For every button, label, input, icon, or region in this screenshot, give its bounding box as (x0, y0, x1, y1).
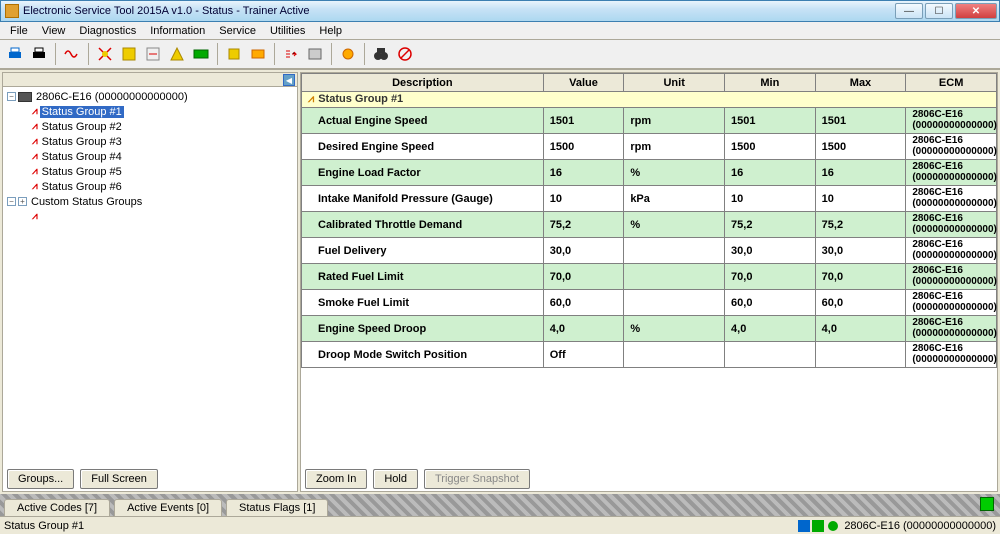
table-row[interactable]: Engine Load Factor16%16162806C-E16(00000… (302, 160, 997, 186)
trigger-snapshot-button[interactable]: Trigger Snapshot (424, 469, 530, 489)
titlebar: Electronic Service Tool 2015A v1.0 - Sta… (0, 0, 1000, 22)
tool-icon-1[interactable] (94, 43, 116, 65)
tree-custom[interactable]: −+Custom Status Groups (7, 194, 295, 209)
print-icon[interactable] (4, 43, 26, 65)
toolbar (0, 40, 1000, 70)
data-grid[interactable]: DescriptionValueUnitMinMaxECM⩘Status Gro… (301, 73, 997, 467)
tree-group-6[interactable]: ⩘Status Group #6 (7, 179, 295, 194)
table-row[interactable]: Rated Fuel Limit70,070,070,02806C-E16(00… (302, 264, 997, 290)
table-row[interactable]: Actual Engine Speed1501rpm150115012806C-… (302, 108, 997, 134)
tool-icon-6[interactable] (223, 43, 245, 65)
bottom-tab-2[interactable]: Status Flags [1] (226, 499, 328, 516)
collapse-arrow-icon[interactable]: ◀ (283, 74, 295, 86)
col-max[interactable]: Max (815, 74, 906, 92)
menubar: FileViewDiagnosticsInformationServiceUti… (0, 22, 1000, 40)
status-blue-icon (798, 520, 810, 532)
cancel-icon[interactable] (394, 43, 416, 65)
tree-pane: ◀ −2806C-E16 (00000000000000)⩘Status Gro… (2, 72, 298, 492)
tree-group-3[interactable]: ⩘Status Group #3 (7, 134, 295, 149)
bottom-tab-1[interactable]: Active Events [0] (114, 499, 222, 516)
status-left: Status Group #1 (4, 520, 798, 532)
status-green-icon (812, 520, 824, 532)
group-header: ⩘Status Group #1 (302, 92, 997, 108)
tool-icon-2[interactable] (118, 43, 140, 65)
groups-button[interactable]: Groups... (7, 469, 74, 489)
status-ecm: 2806C-E16 (00000000000000) (844, 520, 996, 532)
hold-button[interactable]: Hold (373, 469, 418, 489)
tool-icon-5[interactable] (190, 43, 212, 65)
tool-icon-3[interactable] (142, 43, 164, 65)
table-row[interactable]: Droop Mode Switch PositionOff2806C-E16(0… (302, 342, 997, 368)
col-unit[interactable]: Unit (624, 74, 725, 92)
tool-icon-8[interactable] (280, 43, 302, 65)
menu-view[interactable]: View (36, 24, 72, 38)
col-min[interactable]: Min (725, 74, 816, 92)
fullscreen-button[interactable]: Full Screen (80, 469, 158, 489)
maximize-button[interactable]: ☐ (925, 3, 953, 19)
menu-file[interactable]: File (4, 24, 34, 38)
col-description[interactable]: Description (302, 74, 544, 92)
binoculars-icon[interactable] (370, 43, 392, 65)
menu-information[interactable]: Information (144, 24, 211, 38)
tree-group-5[interactable]: ⩘Status Group #5 (7, 164, 295, 179)
tree-group-1[interactable]: ⩘Status Group #1 (7, 104, 295, 119)
grid-pane: DescriptionValueUnitMinMaxECM⩘Status Gro… (300, 72, 998, 492)
tree-temporary[interactable]: ⩘ (7, 209, 295, 224)
status-indicator-icon (980, 497, 994, 511)
zoomin-button[interactable]: Zoom In (305, 469, 367, 489)
table-row[interactable]: Desired Engine Speed1500rpm150015002806C… (302, 134, 997, 160)
tool-icon-4[interactable] (166, 43, 188, 65)
print-preview-icon[interactable] (28, 43, 50, 65)
bottom-tab-0[interactable]: Active Codes [7] (4, 499, 110, 516)
wave-icon[interactable] (61, 43, 83, 65)
menu-service[interactable]: Service (213, 24, 262, 38)
tree-root[interactable]: −2806C-E16 (00000000000000) (7, 89, 295, 104)
statusbar: Status Group #1 2806C-E16 (0000000000000… (0, 516, 1000, 534)
tree-group-4[interactable]: ⩘Status Group #4 (7, 149, 295, 164)
table-row[interactable]: Fuel Delivery30,030,030,02806C-E16(00000… (302, 238, 997, 264)
close-button[interactable]: ✕ (955, 3, 997, 19)
tool-icon-7[interactable] (247, 43, 269, 65)
menu-utilities[interactable]: Utilities (264, 24, 311, 38)
tree[interactable]: −2806C-E16 (00000000000000)⩘Status Group… (3, 87, 297, 467)
table-row[interactable]: Engine Speed Droop4,0%4,04,02806C-E16(00… (302, 316, 997, 342)
tree-group-2[interactable]: ⩘Status Group #2 (7, 119, 295, 134)
app-icon (5, 4, 19, 18)
tree-header: ◀ (3, 73, 297, 87)
menu-help[interactable]: Help (313, 24, 348, 38)
window-title: Electronic Service Tool 2015A v1.0 - Sta… (23, 5, 895, 17)
status-dot-icon (828, 521, 838, 531)
tool-icon-9[interactable] (304, 43, 326, 65)
table-row[interactable]: Intake Manifold Pressure (Gauge)10kPa101… (302, 186, 997, 212)
col-value[interactable]: Value (543, 74, 624, 92)
col-ecm[interactable]: ECM (906, 74, 997, 92)
table-row[interactable]: Smoke Fuel Limit60,060,060,02806C-E16(00… (302, 290, 997, 316)
table-row[interactable]: Calibrated Throttle Demand75,2%75,275,22… (302, 212, 997, 238)
tool-icon-10[interactable] (337, 43, 359, 65)
menu-diagnostics[interactable]: Diagnostics (73, 24, 142, 38)
minimize-button[interactable]: — (895, 3, 923, 19)
bottom-tabs: Active Codes [7]Active Events [0]Status … (0, 494, 1000, 516)
